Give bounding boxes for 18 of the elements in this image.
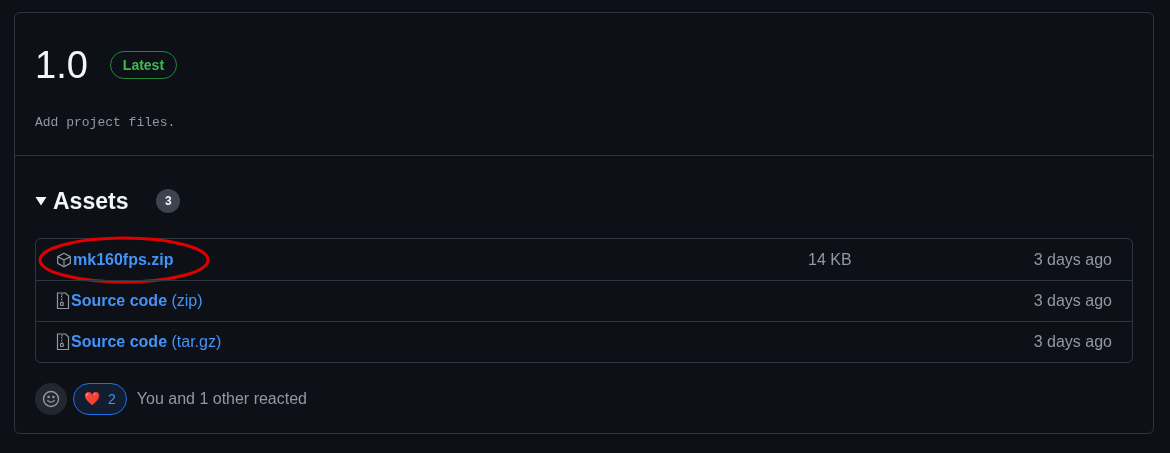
asset-size: 14 KB — [808, 249, 852, 270]
asset-date: 3 days ago — [1033, 332, 1112, 352]
reaction-button[interactable]: ❤ 2 — [73, 383, 127, 415]
triangle-icon — [35, 195, 47, 206]
release-notes: Add project files. — [35, 114, 177, 132]
asset-link[interactable]: Source code (zip) — [71, 289, 203, 313]
smiley-icon — [42, 390, 60, 408]
zip-file-icon — [56, 292, 70, 310]
asset-link[interactable]: Source code (tar.gz) — [71, 330, 222, 354]
asset-date: 3 days ago — [1033, 249, 1112, 270]
package-icon — [56, 251, 72, 268]
reaction-summary: You and 1 other reacted — [136, 389, 307, 409]
asset-count: 3 — [156, 188, 181, 213]
release-title: 1.0 — [35, 43, 88, 87]
zip-file-icon — [56, 333, 70, 351]
asset-date: 3 days ago — [1033, 291, 1112, 311]
assets-toggle[interactable]: Assets — [35, 183, 129, 218]
add-reaction-button[interactable] — [35, 383, 67, 415]
